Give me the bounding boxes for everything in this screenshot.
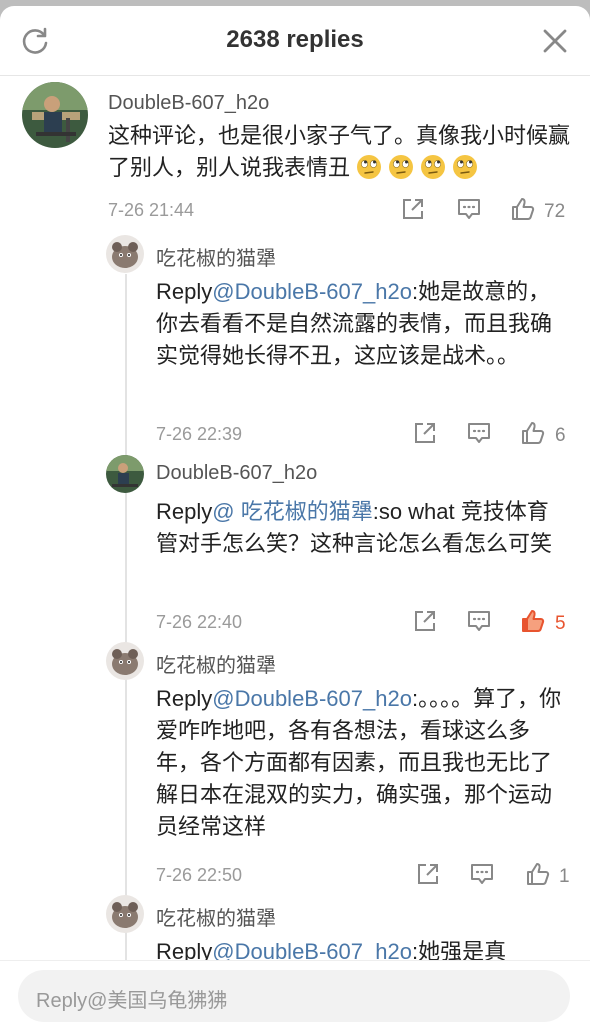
like-count: 5 (555, 613, 566, 634)
share-icon[interactable] (400, 196, 426, 222)
comment-icon[interactable] (469, 861, 495, 887)
like-count: 6 (555, 425, 566, 446)
reply-input-placeholder: Reply@美国乌龟狒狒 (36, 990, 228, 1012)
reply-input[interactable]: Reply@美国乌龟狒狒 (18, 970, 570, 1022)
avatar[interactable] (106, 895, 144, 933)
comment-text: 这种评论，也是很小家子气了。真像我小时候赢了别人，别人说我表情丑 (108, 120, 570, 184)
rolling-eyes-emoji-icon (388, 154, 414, 180)
close-icon[interactable] (538, 24, 572, 58)
timestamp: 7-26 22:50 (156, 865, 243, 885)
avatar[interactable] (106, 235, 144, 273)
username[interactable]: DoubleB-607_h2o (156, 462, 317, 485)
comment-text: Reply@ 吃花椒的猫犟:so what 竞技体育管对手怎么笑？这种言论怎么看… (156, 496, 570, 560)
reply-prefix: Reply (156, 279, 213, 304)
like-icon[interactable] (525, 861, 551, 887)
like-count: 1 (559, 866, 570, 887)
reply-prefix: Reply (156, 499, 213, 524)
username[interactable]: 吃花椒的猫犟 (156, 242, 276, 271)
share-icon[interactable] (412, 608, 438, 634)
rolling-eyes-emoji-icon (420, 154, 446, 180)
page-title: 2638 replies (226, 26, 364, 53)
comment-icon[interactable] (456, 196, 482, 222)
username[interactable]: DoubleB-607_h2o (108, 92, 269, 115)
replies-sheet: 2638 replies DoubleB-607_h2o 这种评论，也是很小家子… (0, 6, 590, 1024)
username[interactable]: 吃花椒的猫犟 (156, 649, 276, 678)
reply-prefix: Reply (156, 686, 213, 711)
rolling-eyes-emoji-icon (452, 154, 478, 180)
like-icon[interactable] (520, 420, 546, 446)
rolling-eyes-emoji-icon (356, 154, 382, 180)
like-icon[interactable] (510, 196, 536, 222)
username[interactable]: 吃花椒的猫犟 (156, 902, 276, 931)
timestamp: 7-26 22:40 (156, 612, 243, 632)
avatar[interactable] (106, 455, 144, 493)
thread-line (125, 274, 127, 974)
share-icon[interactable] (415, 861, 441, 887)
mention-link[interactable]: @DoubleB-607_h2o (212, 279, 412, 304)
mention-link[interactable]: @DoubleB-607_h2o (212, 686, 412, 711)
share-icon[interactable] (412, 420, 438, 446)
mention-link[interactable]: @ 吃花椒的猫犟 (212, 499, 372, 524)
comment-icon[interactable] (466, 608, 492, 634)
comment-text: Reply@DoubleB-607_h2o:。。。。算了，你爱咋咋地吧，各有各想… (156, 683, 570, 843)
comment-text: Reply@DoubleB-607_h2o:她是故意的，你去看看不是自然流露的表… (156, 276, 570, 372)
reply-input-bar: Reply@美国乌龟狒狒 (0, 960, 590, 1024)
timestamp: 7-26 22:39 (156, 424, 243, 444)
header: 2638 replies (0, 6, 590, 76)
timestamp: 7-26 21:44 (108, 200, 195, 220)
like-count: 72 (544, 201, 566, 222)
comment-icon[interactable] (466, 420, 492, 446)
liked-icon[interactable] (520, 608, 546, 634)
avatar[interactable] (22, 82, 88, 148)
avatar[interactable] (106, 642, 144, 680)
comment-body: 这种评论，也是很小家子气了。真像我小时候赢了别人，别人说我表情丑 (108, 123, 571, 180)
